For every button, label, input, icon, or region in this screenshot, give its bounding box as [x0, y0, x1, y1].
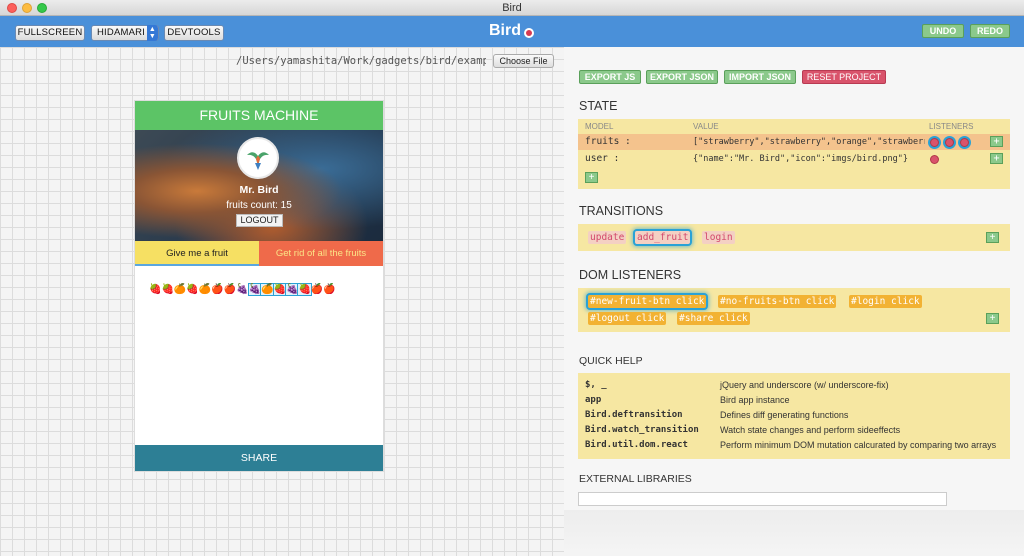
choose-file-button[interactable]: Choose File	[493, 54, 554, 68]
quick-help-key: $, _	[585, 380, 607, 390]
logout-button[interactable]: LOGOUT	[236, 214, 283, 227]
state-row-user[interactable]: user : {"name":"Mr. Bird","icon":"imgs/b…	[578, 151, 1010, 167]
add-listener-button[interactable]: +	[990, 136, 1003, 147]
quick-help-desc: Perform minimum DOM mutation calcurated …	[720, 440, 997, 450]
quick-help-desc: Bird app instance	[720, 395, 790, 405]
quick-help-desc: jQuery and underscore (w/ underscore-fix…	[720, 380, 889, 390]
state-title: STATE	[579, 99, 618, 113]
fruit-list: 🍓🍓🍊🍓🍊🍎🍎🍇🍇🍊🍓🍇🍓🍎🍎	[149, 283, 336, 296]
fruit-actions: Give me a fruit Get rid of all the fruit…	[135, 241, 383, 266]
state-panel: MODEL VALUE LISTENERS fruits : ["strawbe…	[578, 119, 1010, 189]
inspector-panel: EXPORT JS EXPORT JSON IMPORT JSON RESET …	[564, 47, 1024, 556]
external-libraries-title: EXTERNAL LIBRARIES	[579, 473, 692, 485]
add-transition-button[interactable]: +	[986, 232, 999, 243]
fruit-icon: 🍎	[211, 284, 224, 295]
fruit-icon: 🍇	[285, 284, 299, 295]
theme-select-value: HIDAMARI	[97, 27, 146, 38]
state-value: {"name":"Mr. Bird","icon":"imgs/bird.png…	[693, 154, 908, 164]
dom-listener-login[interactable]: #login click	[849, 295, 922, 308]
export-js-button[interactable]: EXPORT JS	[579, 70, 641, 84]
fullscreen-button[interactable]: FULLSCREEN	[15, 25, 85, 41]
dom-listener-new-fruit-btn[interactable]: #new-fruit-btn click	[588, 295, 707, 308]
add-state-button[interactable]: +	[585, 172, 598, 183]
bird-avatar	[237, 137, 279, 179]
transitions-panel: update add_fruit login +	[578, 224, 1010, 251]
theme-select[interactable]: HIDAMARI ▲ ▼	[91, 25, 159, 41]
state-row-fruits[interactable]: fruits : ["strawberry","strawberry","ora…	[578, 134, 1010, 150]
listener-dot[interactable]	[960, 138, 969, 147]
fruit-icon: 🍎	[323, 284, 336, 295]
quick-help-key: Bird.watch_transition	[585, 425, 699, 435]
state-value: ["strawberry","strawberry","orange","str…	[693, 137, 925, 147]
listener-dot[interactable]	[930, 155, 939, 164]
fruits-count: fruits count: 15	[226, 200, 292, 211]
fruit-icon: 🍎	[310, 284, 324, 295]
panel-footer	[564, 510, 1024, 556]
fruit-icon: 🍇	[236, 284, 249, 295]
user-hero: Mr. Bird fruits count: 15 LOGOUT	[135, 130, 383, 241]
devtools-button[interactable]: DEVTOOLS	[164, 25, 224, 41]
state-model: fruits :	[585, 136, 631, 147]
user-name: Mr. Bird	[239, 184, 279, 196]
preview-panel: /Users/yamashita/Work/gadgets/bird/examp…	[0, 47, 564, 556]
quick-help-title: QUICK HELP	[579, 355, 643, 367]
fruit-icon: 🍊	[261, 284, 274, 295]
fruit-icon: 🍓	[298, 284, 311, 295]
col-listeners: LISTENERS	[929, 122, 974, 131]
quick-help-key: Bird.deftransition	[585, 410, 683, 420]
app-header: FRUITS MACHINE	[135, 101, 383, 130]
fruit-icon: 🍓	[186, 284, 199, 295]
quick-help-key: Bird.util.dom.react	[585, 440, 688, 450]
export-json-button[interactable]: EXPORT JSON	[646, 70, 718, 84]
maximize-window-icon[interactable]	[37, 3, 47, 13]
undo-button[interactable]: UNDO	[922, 24, 964, 38]
dom-listeners-title: DOM LISTENERS	[579, 268, 682, 282]
new-fruit-button[interactable]: Give me a fruit	[135, 241, 259, 266]
add-listener-button[interactable]: +	[990, 153, 1003, 164]
transition-login[interactable]: login	[702, 231, 735, 244]
window-title: Bird	[502, 2, 522, 14]
col-value: VALUE	[693, 122, 719, 131]
quick-help-desc: Watch state changes and perform sideeffe…	[720, 425, 901, 435]
quick-help-key: app	[585, 395, 602, 405]
listener-dot[interactable]	[945, 138, 954, 147]
select-stepper-icon: ▲ ▼	[147, 25, 158, 41]
record-icon	[524, 28, 534, 38]
window-titlebar: Bird	[0, 0, 1024, 16]
minimize-window-icon[interactable]	[22, 3, 32, 13]
transition-add-fruit[interactable]: add_fruit	[635, 231, 691, 244]
transitions-title: TRANSITIONS	[579, 204, 664, 218]
quick-help-panel: $, _ jQuery and underscore (w/ underscor…	[578, 373, 1010, 459]
fruit-icon: 🍓	[273, 284, 286, 295]
fruit-icon: 🍎	[223, 284, 237, 295]
file-path: /Users/yamashita/Work/gadgets/bird/examp…	[236, 55, 486, 67]
redo-button[interactable]: REDO	[970, 24, 1010, 38]
fruit-icon: 🍇	[248, 284, 262, 295]
share-button[interactable]: SHARE	[135, 445, 383, 471]
add-dom-listener-button[interactable]: +	[986, 313, 999, 324]
dom-listener-share[interactable]: #share click	[677, 312, 750, 325]
fruit-icon: 🍊	[198, 284, 212, 295]
fruit-icon: 🍓	[149, 284, 162, 295]
dom-listener-no-fruits-btn[interactable]: #no-fruits-btn click	[718, 295, 837, 308]
toolbar: FULLSCREEN HIDAMARI ▲ ▼ DEVTOOLS Bird UND…	[0, 16, 1024, 47]
fruit-icon: 🍓	[161, 284, 174, 295]
listener-dot[interactable]	[930, 138, 939, 147]
reset-project-button[interactable]: RESET PROJECT	[802, 70, 886, 84]
no-fruits-button[interactable]: Get rid of all the fruits	[259, 241, 383, 266]
state-model: user :	[585, 153, 620, 164]
fruit-icon: 🍊	[173, 284, 187, 295]
external-libraries-input[interactable]	[578, 492, 947, 506]
import-json-button[interactable]: IMPORT JSON	[724, 70, 796, 84]
app-title: Bird	[489, 22, 521, 39]
dom-listeners-panel: #new-fruit-btn click #no-fruits-btn clic…	[578, 288, 1010, 332]
dom-listener-logout[interactable]: #logout click	[588, 312, 667, 325]
quick-help-desc: Defines diff generating functions	[720, 410, 849, 420]
col-model: MODEL	[585, 122, 614, 131]
app-preview: FRUITS MACHINE Mr. Bird fruits count: 15…	[135, 101, 383, 471]
close-window-icon[interactable]	[7, 3, 17, 13]
transition-update[interactable]: update	[588, 231, 627, 244]
